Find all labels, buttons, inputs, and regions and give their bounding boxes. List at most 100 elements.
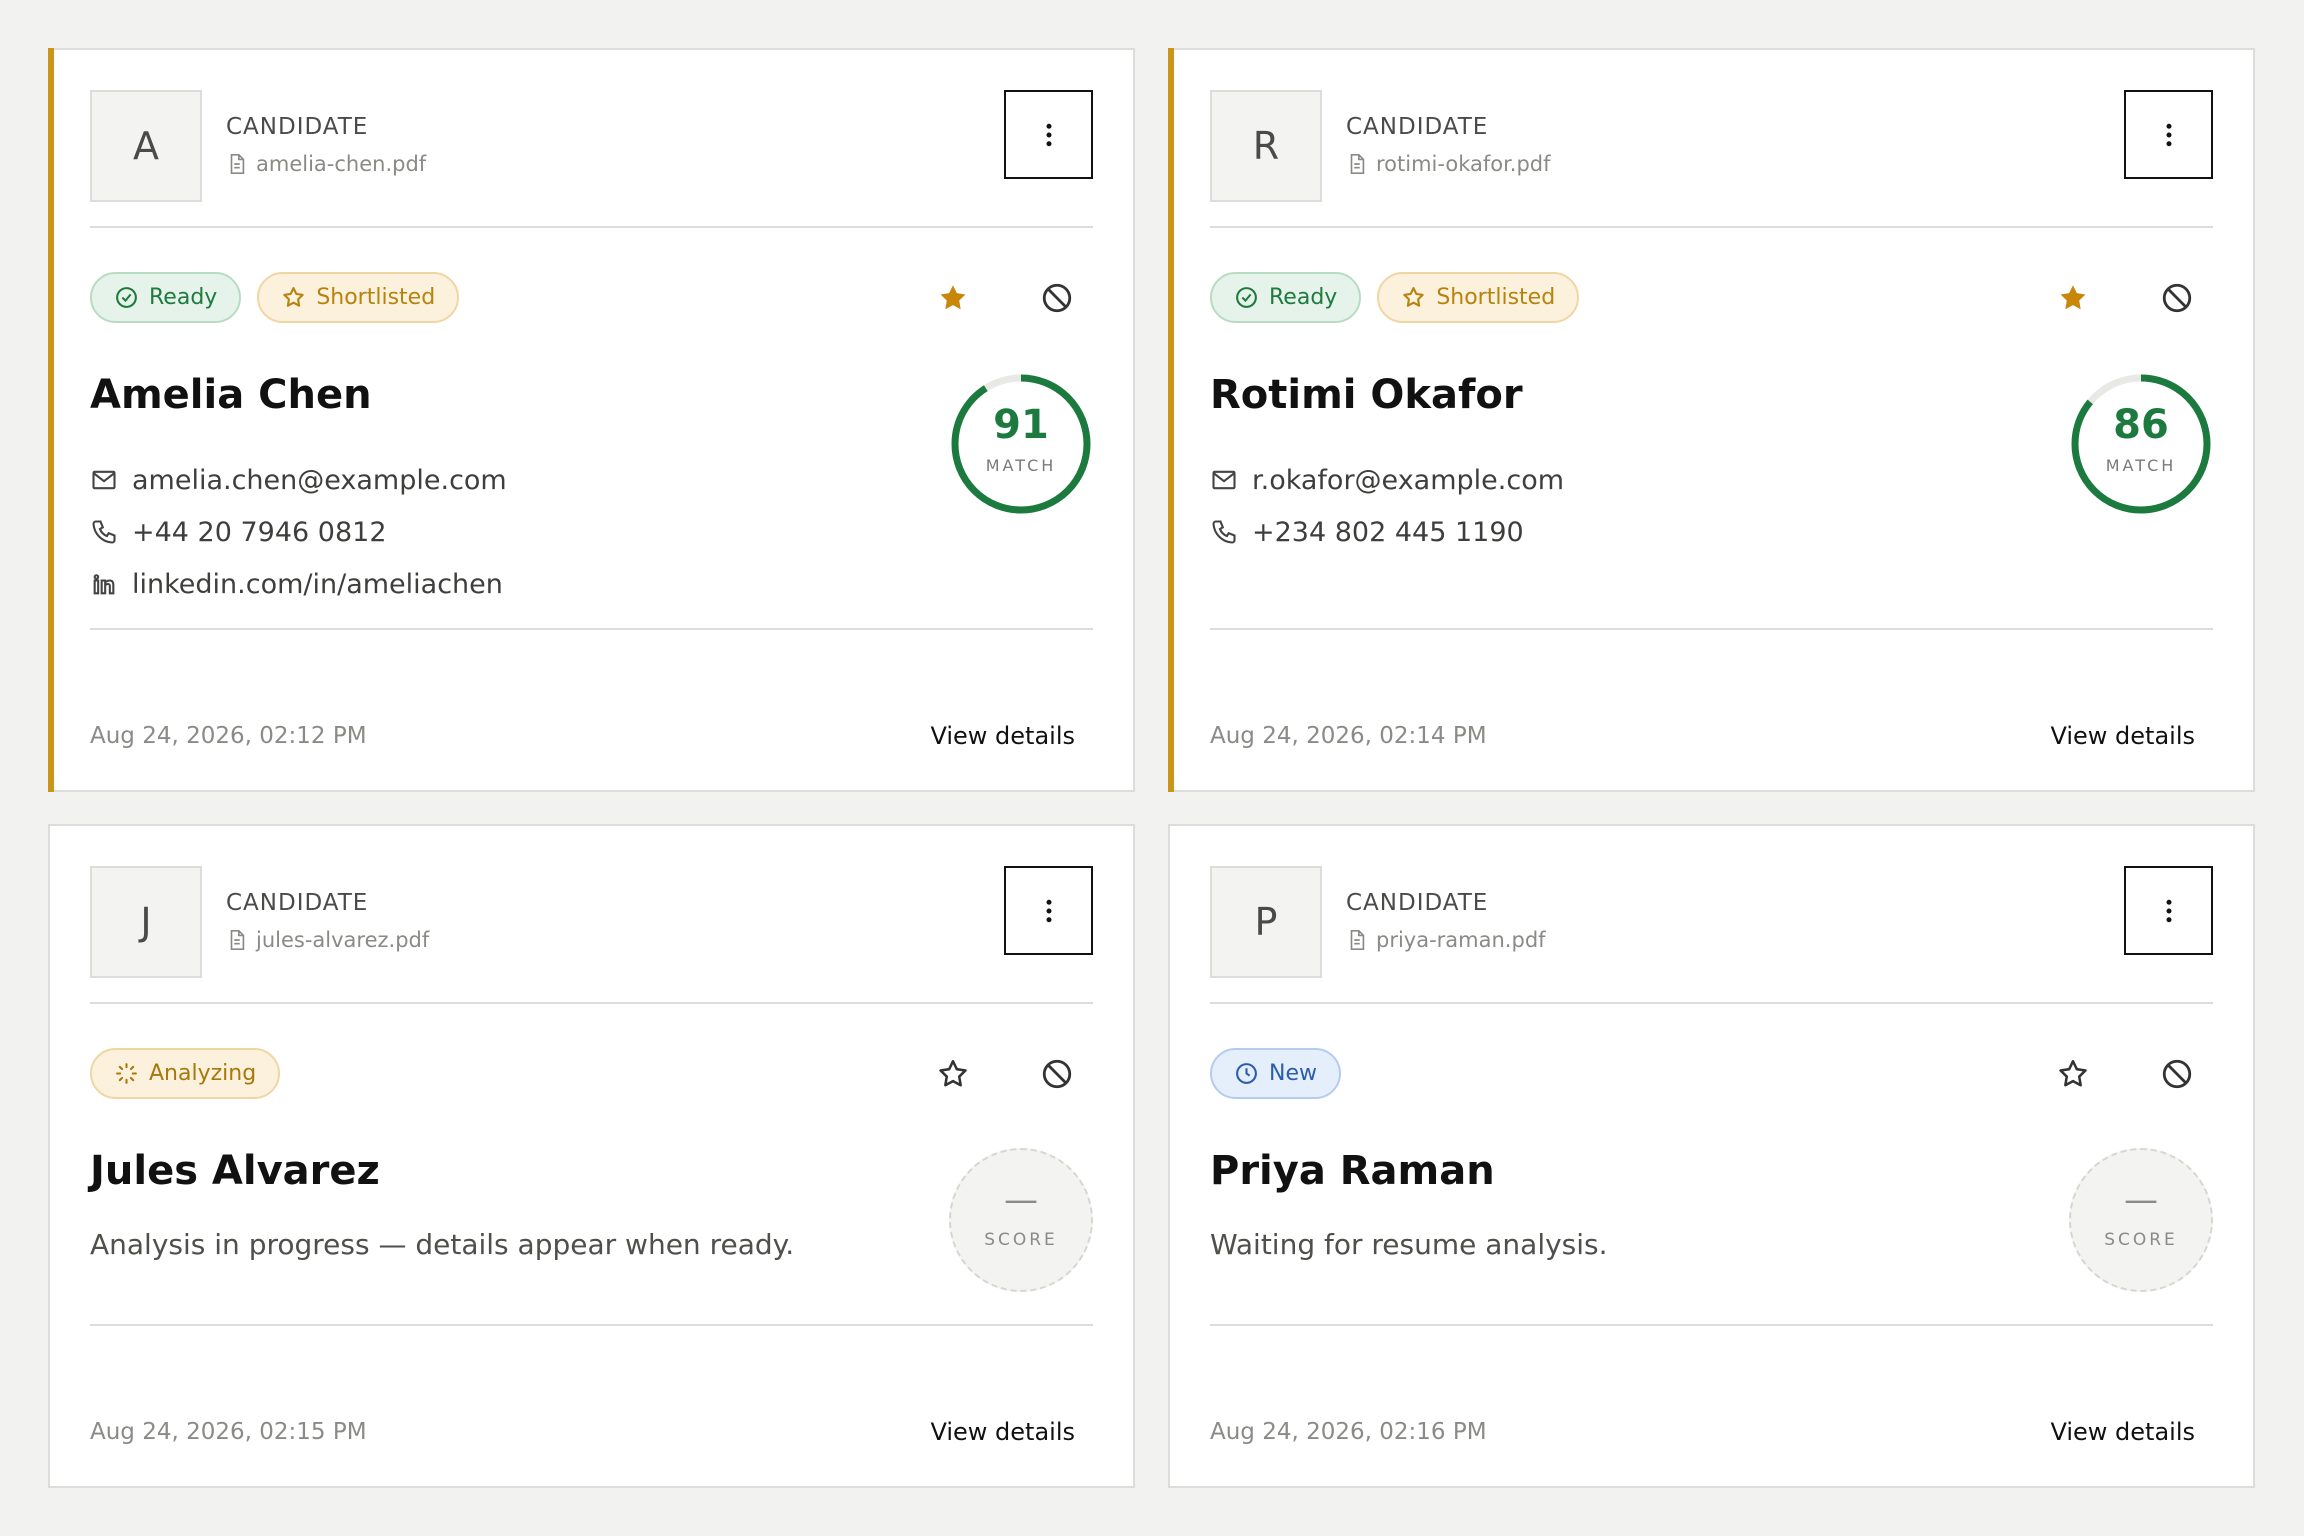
star-filled-icon bbox=[2060, 285, 2086, 310]
resume-file[interactable]: jules-alvarez.pdf bbox=[226, 928, 429, 952]
candidate-card[interactable]: R CANDIDATE rotimi-okafor.pdf Ready Shor… bbox=[1168, 48, 2255, 792]
score-label: SCORE bbox=[2104, 1230, 2178, 1250]
candidate-name: Amelia Chen bbox=[90, 372, 372, 418]
loader-icon bbox=[116, 1063, 137, 1084]
file-icon bbox=[230, 930, 245, 950]
resume-file[interactable]: amelia-chen.pdf bbox=[226, 152, 426, 176]
star-outline-icon bbox=[1403, 287, 1425, 307]
score-value: 86 bbox=[2113, 402, 2169, 448]
status-badges: New bbox=[1210, 1048, 1341, 1099]
phone-icon bbox=[92, 520, 116, 544]
reject-button[interactable] bbox=[1033, 1050, 1081, 1098]
star-button[interactable] bbox=[929, 274, 977, 322]
contact-list: r.okafor@example.com +234 802 445 1190 bbox=[1210, 454, 1564, 558]
star-outline-icon bbox=[2059, 1059, 2087, 1087]
avatar: J bbox=[90, 866, 202, 978]
status-badges: Analyzing bbox=[90, 1048, 281, 1099]
resume-file[interactable]: priya-raman.pdf bbox=[1346, 928, 1546, 952]
timestamp: Aug 24, 2026, 02:14 PM bbox=[1210, 723, 1487, 749]
block-icon bbox=[2162, 283, 2192, 313]
contact-email[interactable]: amelia.chen@example.com bbox=[90, 454, 507, 506]
contact-linkedin[interactable]: linkedin.com/in/ameliachen bbox=[90, 558, 507, 610]
timestamp: Aug 24, 2026, 02:12 PM bbox=[90, 723, 367, 749]
divider bbox=[90, 1002, 1093, 1004]
more-vertical-icon bbox=[1046, 123, 1051, 146]
candidate-label: CANDIDATE bbox=[1346, 890, 1489, 916]
phone-icon bbox=[1212, 520, 1236, 544]
card-header: J CANDIDATE jules-alvarez.pdf bbox=[90, 866, 1093, 978]
candidate-grid: A CANDIDATE amelia-chen.pdf Ready Shortl… bbox=[0, 0, 2304, 1536]
view-details-button[interactable]: View details bbox=[2050, 1418, 2195, 1446]
linkedin-icon bbox=[93, 574, 115, 595]
file-name: priya-raman.pdf bbox=[1376, 928, 1546, 952]
file-name: jules-alvarez.pdf bbox=[256, 928, 430, 952]
resume-file[interactable]: rotimi-okafor.pdf bbox=[1346, 152, 1551, 176]
mail-icon bbox=[92, 470, 116, 490]
candidate-label: CANDIDATE bbox=[226, 890, 369, 916]
status-badges: Ready Shortlisted bbox=[1210, 272, 1580, 323]
score-placeholder: — SCORE bbox=[2069, 1148, 2213, 1292]
divider bbox=[1210, 1324, 2213, 1326]
reject-button[interactable] bbox=[1033, 274, 1081, 322]
contact-list: amelia.chen@example.com +44 20 7946 0812… bbox=[90, 454, 507, 610]
avatar: R bbox=[1210, 90, 1322, 202]
file-icon bbox=[1350, 930, 1365, 950]
score-placeholder: — SCORE bbox=[949, 1148, 1093, 1292]
card-header: R CANDIDATE rotimi-okafor.pdf bbox=[1210, 90, 2213, 202]
contact-email[interactable]: r.okafor@example.com bbox=[1210, 454, 1564, 506]
star-button[interactable] bbox=[929, 1050, 977, 1098]
check-circle-icon bbox=[116, 287, 137, 308]
status-badge-ready: Ready bbox=[90, 272, 242, 323]
file-icon bbox=[1350, 154, 1365, 174]
candidate-name: Priya Raman bbox=[1210, 1148, 1495, 1194]
score-value: — bbox=[1004, 1180, 1038, 1220]
reject-button[interactable] bbox=[2153, 1050, 2201, 1098]
star-button[interactable] bbox=[2049, 274, 2097, 322]
view-details-button[interactable]: View details bbox=[930, 722, 1075, 750]
contact-phone[interactable]: +44 20 7946 0812 bbox=[90, 506, 507, 558]
score-label: MATCH bbox=[985, 456, 1057, 475]
candidate-name: Rotimi Okafor bbox=[1210, 372, 1523, 418]
status-description: Waiting for resume analysis. bbox=[1210, 1228, 1608, 1261]
view-details-button[interactable]: View details bbox=[930, 1418, 1075, 1446]
more-vertical-icon bbox=[1046, 899, 1051, 922]
check-circle-icon bbox=[1236, 287, 1257, 308]
avatar: P bbox=[1210, 866, 1322, 978]
divider bbox=[90, 226, 1093, 228]
match-score: 91 MATCH bbox=[949, 372, 1093, 516]
reject-button[interactable] bbox=[2153, 274, 2201, 322]
block-icon bbox=[2162, 1059, 2192, 1089]
score-label: MATCH bbox=[2105, 456, 2177, 475]
card-header: P CANDIDATE priya-raman.pdf bbox=[1210, 866, 2213, 978]
score-value: 91 bbox=[993, 402, 1049, 448]
card-footer: Aug 24, 2026, 02:15 PM View details bbox=[90, 1418, 1075, 1446]
more-options-button[interactable] bbox=[2124, 90, 2213, 179]
contact-phone[interactable]: +234 802 445 1190 bbox=[1210, 506, 1564, 558]
status-badge-new: New bbox=[1210, 1048, 1341, 1099]
candidate-card[interactable]: J CANDIDATE jules-alvarez.pdf Analyzing … bbox=[48, 824, 1135, 1488]
candidate-label: CANDIDATE bbox=[1346, 114, 1489, 140]
star-button[interactable] bbox=[2049, 1050, 2097, 1098]
timestamp: Aug 24, 2026, 02:15 PM bbox=[90, 1419, 367, 1445]
divider bbox=[1210, 628, 2213, 630]
card-footer: Aug 24, 2026, 02:12 PM View details bbox=[90, 722, 1075, 750]
view-details-button[interactable]: View details bbox=[2050, 722, 2195, 750]
status-badge-shortlisted: Shortlisted bbox=[1377, 272, 1580, 323]
candidate-card[interactable]: P CANDIDATE priya-raman.pdf New Priya Ra… bbox=[1168, 824, 2255, 1488]
candidate-card[interactable]: A CANDIDATE amelia-chen.pdf Ready Shortl… bbox=[48, 48, 1135, 792]
file-name: amelia-chen.pdf bbox=[256, 152, 427, 176]
more-options-button[interactable] bbox=[1004, 90, 1093, 179]
status-badge-analyzing: Analyzing bbox=[90, 1048, 281, 1099]
avatar: A bbox=[90, 90, 202, 202]
status-badge-ready: Ready bbox=[1210, 272, 1362, 323]
status-description: Analysis in progress — details appear wh… bbox=[90, 1228, 795, 1261]
timestamp: Aug 24, 2026, 02:16 PM bbox=[1210, 1419, 1487, 1445]
clock-icon bbox=[1236, 1063, 1257, 1084]
more-options-button[interactable] bbox=[1004, 866, 1093, 955]
divider bbox=[90, 1324, 1093, 1326]
score-value: — bbox=[2124, 1180, 2158, 1220]
more-options-button[interactable] bbox=[2124, 866, 2213, 955]
block-icon bbox=[1042, 1059, 1072, 1089]
status-badges: Ready Shortlisted bbox=[90, 272, 460, 323]
card-footer: Aug 24, 2026, 02:16 PM View details bbox=[1210, 1418, 2195, 1446]
